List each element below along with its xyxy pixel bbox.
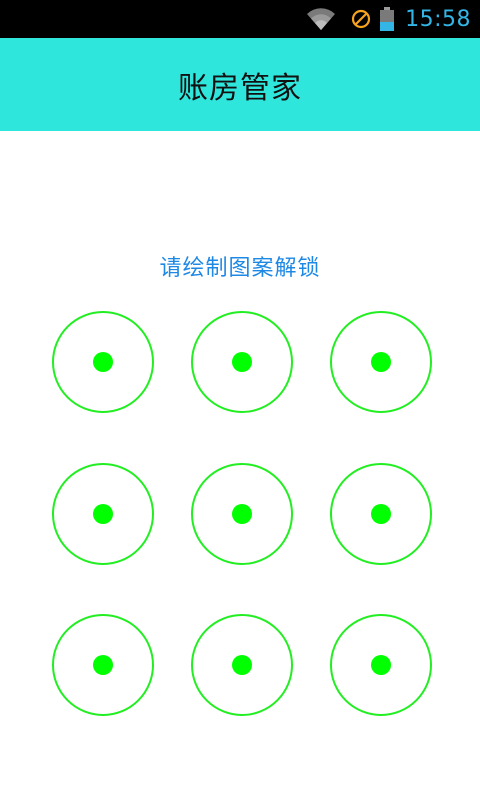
- pattern-node-9[interactable]: [330, 614, 432, 716]
- pattern-node-1[interactable]: [52, 311, 154, 413]
- pattern-node-7[interactable]: [52, 614, 154, 716]
- pattern-node-dot: [93, 655, 113, 675]
- pattern-node-dot: [371, 655, 391, 675]
- pattern-node-dot: [232, 352, 252, 372]
- pattern-node-dot: [371, 352, 391, 372]
- pattern-node-dot: [371, 504, 391, 524]
- pattern-node-2[interactable]: [191, 311, 293, 413]
- pattern-lock-grid[interactable]: [0, 0, 480, 800]
- pattern-node-3[interactable]: [330, 311, 432, 413]
- pattern-node-6[interactable]: [330, 463, 432, 565]
- pattern-node-8[interactable]: [191, 614, 293, 716]
- pattern-node-4[interactable]: [52, 463, 154, 565]
- pattern-node-5[interactable]: [191, 463, 293, 565]
- pattern-node-dot: [232, 504, 252, 524]
- pattern-node-dot: [232, 655, 252, 675]
- pattern-node-dot: [93, 352, 113, 372]
- pattern-node-dot: [93, 504, 113, 524]
